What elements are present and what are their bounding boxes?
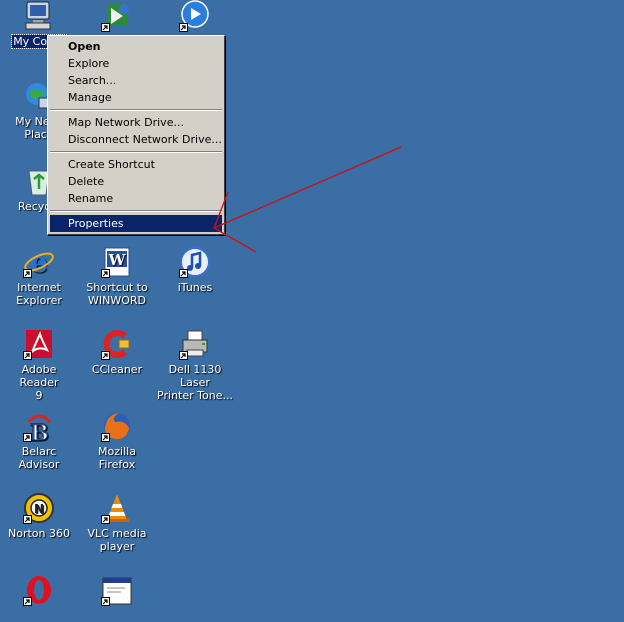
shortcut-arrow-icon <box>101 515 110 524</box>
menu-separator <box>50 109 222 111</box>
svg-text:e: e <box>30 246 48 278</box>
internet-explorer-icon: e <box>23 246 55 278</box>
icon-label: Internet Explorer <box>16 281 62 307</box>
icon-label: VLC media player <box>87 527 147 553</box>
shortcut-arrow-icon <box>23 515 32 524</box>
media-player-icon <box>179 0 211 32</box>
shortcut-arrow-icon <box>23 597 32 606</box>
shortcut-arrow-icon <box>101 23 110 32</box>
menu-item-rename[interactable]: Rename <box>50 190 222 207</box>
desktop-icon-firefox[interactable]: Mozilla Firefox <box>78 410 156 471</box>
shortcut-arrow-icon <box>179 269 188 278</box>
menu-item-create-shortcut[interactable]: Create Shortcut <box>50 156 222 173</box>
media-icon <box>101 0 133 32</box>
norton-icon: N <box>23 492 55 524</box>
menu-item-manage[interactable]: Manage <box>50 89 222 106</box>
icon-label: CCleaner <box>91 363 143 376</box>
printer-icon <box>179 328 211 360</box>
icon-label: Belarc Advisor <box>18 445 60 471</box>
desktop-icon-internet-explorer[interactable]: e Internet Explorer <box>0 246 78 307</box>
ccleaner-icon <box>101 328 133 360</box>
shortcut-arrow-icon <box>23 269 32 278</box>
shortcut-arrow-icon <box>101 269 110 278</box>
shortcut-arrow-icon <box>101 351 110 360</box>
desktop-icon-adobe-reader[interactable]: Adobe Reader 9 <box>0 328 78 402</box>
opera-icon <box>23 574 55 606</box>
shortcut-arrow-icon <box>101 597 110 606</box>
icon-label: Dell 1130 Laser Printer Tone... <box>157 363 233 402</box>
word-document-icon: W <box>101 246 133 278</box>
menu-item-explore[interactable]: Explore <box>50 55 222 72</box>
menu-separator <box>50 151 222 153</box>
icon-label: Shortcut to WINWORD <box>86 281 148 307</box>
svg-text:N: N <box>34 502 44 516</box>
menu-separator <box>50 210 222 212</box>
desktop-icon-ccleaner[interactable]: CCleaner <box>78 328 156 376</box>
shortcut-arrow-icon <box>179 23 188 32</box>
icon-label: iTunes <box>177 281 213 294</box>
desktop-icon-winword[interactable]: W Shortcut to WINWORD <box>78 246 156 307</box>
vlc-cone-icon <box>101 492 133 524</box>
desktop-icon-app-window[interactable] <box>78 574 156 622</box>
firefox-icon <box>101 410 133 442</box>
menu-item-map-network-drive[interactable]: Map Network Drive... <box>50 114 222 131</box>
svg-text:B: B <box>30 420 49 442</box>
desktop-icon-vlc[interactable]: VLC media player <box>78 492 156 553</box>
menu-item-open[interactable]: Open <box>50 38 222 55</box>
menu-item-delete[interactable]: Delete <box>50 173 222 190</box>
shortcut-arrow-icon <box>179 351 188 360</box>
menu-item-properties[interactable]: Properties <box>50 215 222 232</box>
desktop-icon-dell-printer[interactable]: Dell 1130 Laser Printer Tone... <box>156 328 234 402</box>
shortcut-arrow-icon <box>23 351 32 360</box>
desktop-icon-norton[interactable]: N Norton 360 <box>0 492 78 540</box>
itunes-icon <box>179 246 211 278</box>
desktop-icon-itunes[interactable]: iTunes <box>156 246 234 294</box>
adobe-reader-icon <box>23 328 55 360</box>
computer-icon <box>23 0 55 32</box>
context-menu: Open Explore Search... Manage Map Networ… <box>47 35 225 235</box>
belarc-icon: B <box>23 410 55 442</box>
desktop-icon-belarc[interactable]: B Belarc Advisor <box>0 410 78 471</box>
shortcut-arrow-icon <box>101 433 110 442</box>
desktop-icon-opera[interactable] <box>0 574 78 622</box>
icon-label: Norton 360 <box>8 527 70 540</box>
shortcut-arrow-icon <box>23 433 32 442</box>
app-window-icon <box>101 574 133 606</box>
icon-label: Adobe Reader 9 <box>19 363 59 402</box>
menu-item-disconnect-network-drive[interactable]: Disconnect Network Drive... <box>50 131 222 148</box>
icon-label: Mozilla Firefox <box>98 445 136 471</box>
svg-text:W: W <box>108 251 127 269</box>
menu-item-search[interactable]: Search... <box>50 72 222 89</box>
